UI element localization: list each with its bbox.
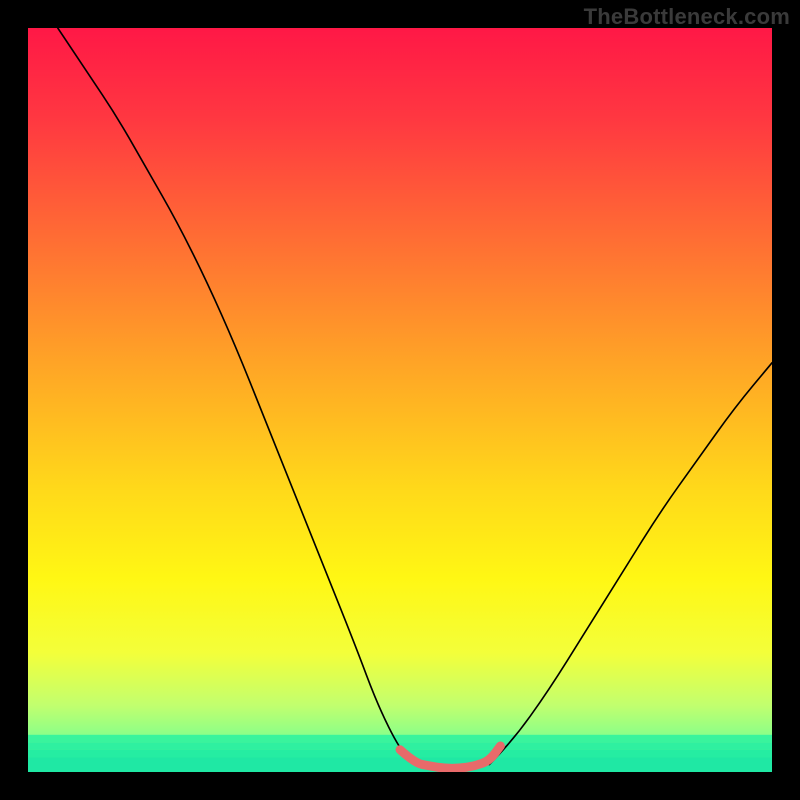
- chart-frame: TheBottleneck.com: [0, 0, 800, 800]
- bottleneck-left-curve: [58, 28, 415, 765]
- bottleneck-right-curve: [489, 363, 772, 765]
- watermark-text: TheBottleneck.com: [584, 4, 790, 30]
- bottom-highlight-segment: [400, 746, 500, 768]
- chart-curves-layer: [28, 28, 772, 772]
- plot-area: [28, 28, 772, 772]
